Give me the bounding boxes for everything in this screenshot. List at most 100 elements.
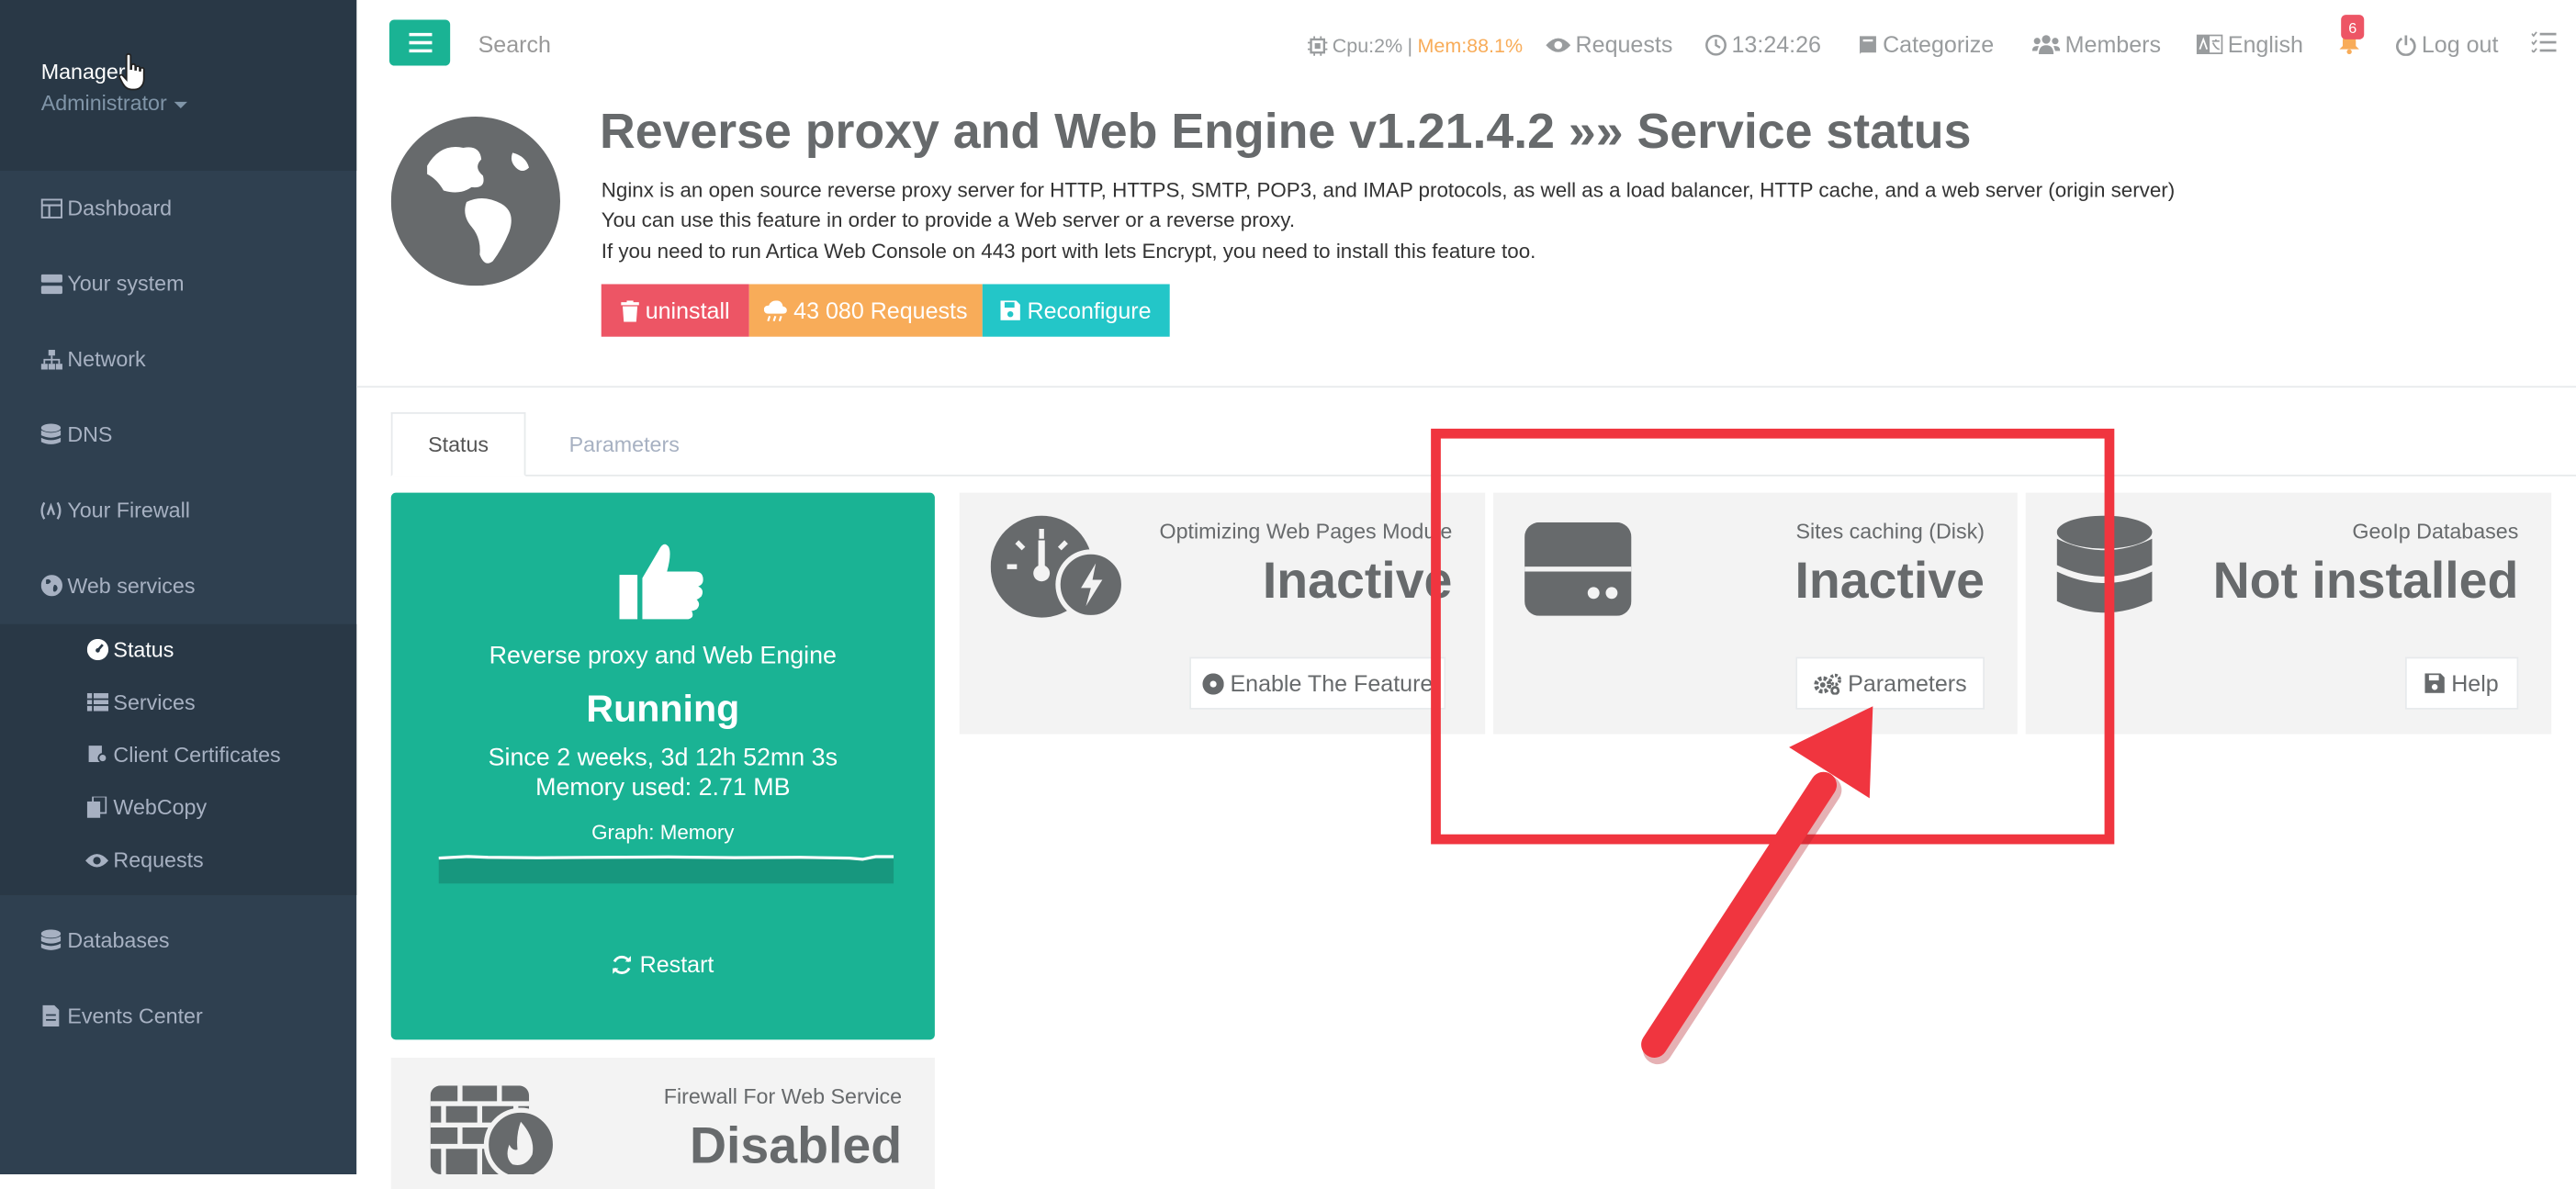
sidebar-item-network[interactable]: Network: [39, 346, 146, 371]
thumbs-up-icon: [619, 544, 703, 620]
refresh-icon: [613, 955, 632, 974]
hamburger-icon: [408, 32, 432, 53]
header-divider: [356, 386, 2576, 388]
members-label: Members: [2064, 30, 2162, 58]
profile-role-label: Administrator: [40, 90, 167, 116]
sites-caching-widget: Sites caching (Disk) Inactive Parameters: [1493, 492, 2018, 735]
dashboard-gauge-icon: [85, 638, 108, 661]
language-icon: [2196, 34, 2223, 55]
firewall-icon: [39, 499, 62, 522]
submenu-item-label: Services: [113, 690, 196, 715]
time-label: 13:24:26: [1731, 30, 1821, 58]
submenu-item-webcopy[interactable]: WebCopy: [85, 795, 207, 820]
reconfigure-label: Reconfigure: [1027, 297, 1152, 324]
uninstall-button[interactable]: uninstall: [601, 284, 749, 337]
sidebar-item-label: Your Firewall: [67, 498, 190, 522]
sidebar-item-dashboard[interactable]: Dashboard: [39, 196, 172, 220]
caret-down-icon: [173, 101, 187, 108]
feature-description: You can use this feature in order to pro…: [601, 208, 1296, 232]
sidebar-item-your-firewall[interactable]: Your Firewall: [39, 498, 190, 522]
service-uptime: Since 2 weeks, 3d 12h 52mn 3s: [488, 744, 838, 772]
widget-status: Inactive: [1794, 552, 1985, 610]
sidebar-item-your-system[interactable]: Your system: [39, 271, 185, 296]
users-icon: [2031, 35, 2061, 55]
database-icon: [39, 423, 62, 446]
sidebar: Manager Administrator Dashboard Your sys…: [0, 0, 357, 1174]
members-link[interactable]: Members: [2031, 30, 2162, 58]
sidebar-item-events-center[interactable]: Events Center: [39, 1004, 203, 1028]
menu-toggle-button[interactable]: [388, 19, 451, 66]
cpu-chip-icon: [1307, 36, 1328, 56]
logout-button[interactable]: Log out: [2395, 31, 2498, 58]
system-load-indicator: Cpu:2% | Mem:88.1%: [1307, 34, 1523, 58]
submenu-item-services[interactable]: Services: [85, 690, 196, 714]
categorize-label: Categorize: [1883, 30, 1995, 58]
widget-label: Optimizing Web Pages Module: [1159, 519, 1453, 544]
requests-link[interactable]: Requests: [1546, 31, 1672, 58]
sidebar-item-label: Dashboard: [67, 195, 173, 220]
profile-name[interactable]: Manager: [41, 59, 126, 84]
web-services-submenu: Status Services Client Certificates WebC…: [0, 623, 357, 895]
service-memory: Memory used: 2.71 MB: [535, 773, 791, 802]
annotation-arrow: [1641, 706, 1873, 1065]
geoip-databases-widget: GeoIp Databases Not installed Help: [2025, 492, 2552, 735]
submenu-item-requests[interactable]: Requests: [85, 847, 204, 872]
feature-description: If you need to run Artica Web Console on…: [601, 240, 1536, 264]
hand-cursor-icon: [118, 52, 145, 91]
firewall-web-service-widget: Firewall For Web Service Disabled: [390, 1057, 935, 1189]
right-sidebar-toggle[interactable]: [2531, 31, 2557, 53]
notification-count-badge: 6: [2341, 15, 2365, 39]
submenu-item-client-certificates[interactable]: Client Certificates: [85, 742, 281, 768]
restart-button[interactable]: Restart: [391, 950, 935, 978]
dashboard-gauge-icon: [990, 515, 1126, 621]
submenu-item-label: Client Certificates: [113, 742, 281, 768]
cloud-rain-icon: [763, 299, 787, 321]
widget-label: Sites caching (Disk): [1795, 519, 1985, 544]
sidebar-item-databases[interactable]: Databases: [39, 928, 170, 953]
language-selector[interactable]: English: [2196, 30, 2303, 58]
service-status-card: Reverse proxy and Web Engine Running Sin…: [390, 492, 935, 1040]
tabs-underline: [390, 474, 2576, 477]
widget-label: GeoIp Databases: [2352, 519, 2519, 544]
categorize-link[interactable]: Categorize: [1858, 31, 1994, 58]
submenu-item-label: WebCopy: [113, 794, 208, 820]
sidebar-item-label: DNS: [67, 421, 113, 447]
widget-status: Inactive: [1262, 552, 1453, 610]
file-icon: [39, 1004, 62, 1027]
sitemap-icon: [39, 347, 62, 370]
tasks-icon: [2531, 31, 2557, 53]
optimizing-module-widget: Optimizing Web Pages Module Inactive Ena…: [959, 492, 1486, 735]
power-icon: [2396, 34, 2416, 55]
submenu-item-status[interactable]: Status: [85, 637, 174, 662]
book-icon: [1860, 35, 1876, 55]
sidebar-item-web-services[interactable]: Web services: [39, 573, 196, 598]
enable-feature-button[interactable]: Enable The Feature: [1189, 656, 1446, 710]
search-input[interactable]: [467, 23, 753, 66]
help-button[interactable]: Help: [2404, 656, 2519, 710]
disc-icon: [1202, 672, 1224, 694]
requests-count-button[interactable]: 43 080 Requests: [748, 284, 983, 337]
tab-status[interactable]: Status: [390, 411, 526, 477]
copy-icon: [85, 796, 108, 819]
profile-role-dropdown[interactable]: Administrator: [40, 90, 187, 116]
hard-drive-icon: [1524, 522, 1632, 616]
reconfigure-button[interactable]: Reconfigure: [982, 284, 1170, 337]
restart-label: Restart: [639, 950, 714, 978]
language-label: English: [2227, 30, 2303, 58]
requests-count-label: 43 080 Requests: [793, 297, 968, 324]
page-title: Reverse proxy and Web Engine v1.21.4.2 »…: [599, 105, 1972, 160]
clock: 13:24:26: [1705, 31, 1821, 58]
sidebar-item-label: Web services: [67, 573, 196, 599]
separator: |: [1407, 34, 1413, 58]
firewall-fire-icon: [430, 1085, 558, 1174]
database-icon: [2056, 515, 2153, 613]
sidebar-item-label: Network: [67, 346, 146, 372]
sidebar-item-label: Databases: [67, 927, 170, 953]
sidebar-item-dns[interactable]: DNS: [39, 421, 113, 447]
cpu-usage: Cpu:2%: [1332, 34, 1403, 58]
parameters-label: Parameters: [1848, 669, 1967, 697]
parameters-button[interactable]: Parameters: [1795, 656, 1985, 710]
tab-parameters[interactable]: Parameters: [542, 412, 706, 477]
save-icon: [1000, 300, 1021, 320]
sidebar-item-label: Your system: [67, 271, 185, 296]
